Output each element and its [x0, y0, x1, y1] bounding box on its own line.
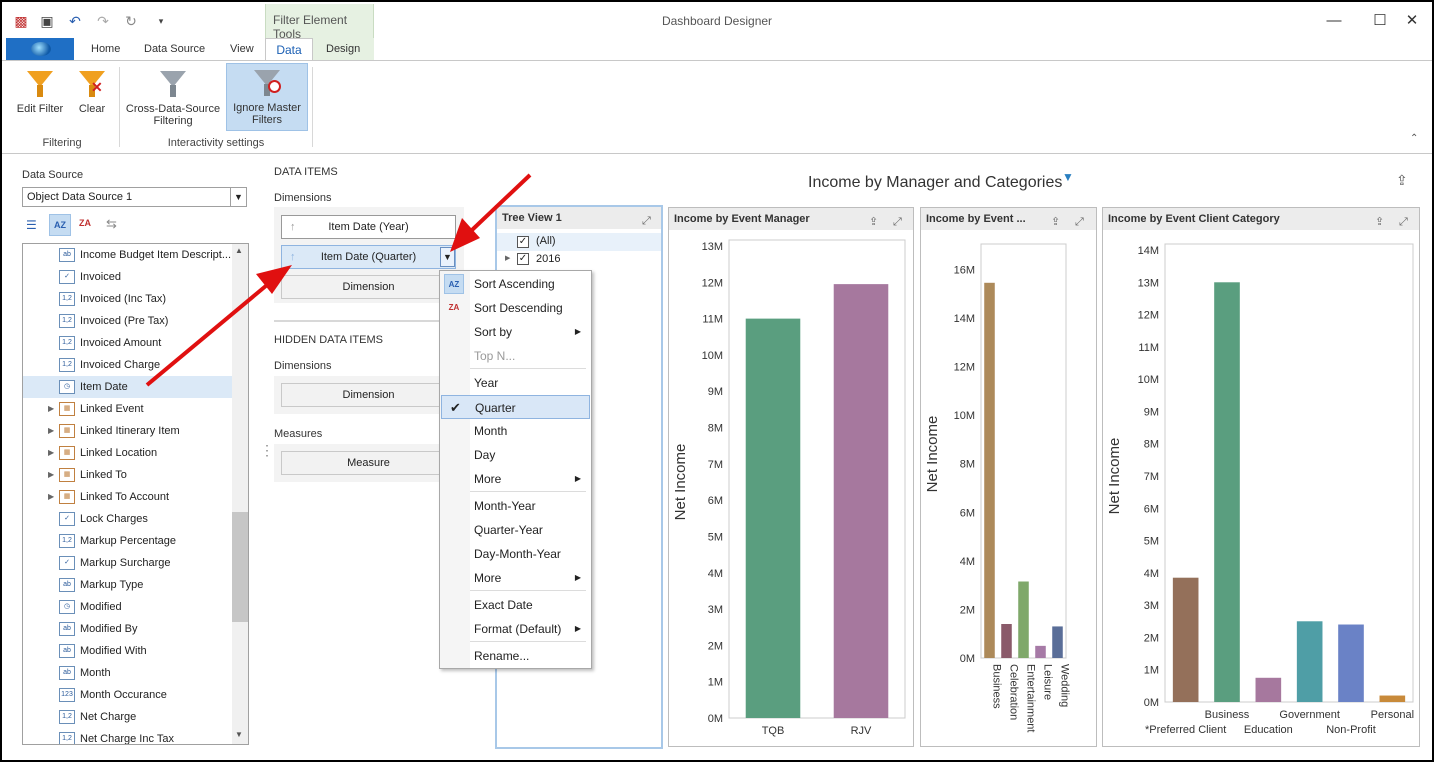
annotation-arrow-2 — [470, 173, 532, 232]
arrow-head-icon — [450, 218, 480, 252]
dashboard-designer-window: ▩ ▣ ↶ ↷ ↻ ▾ Filter Element Tools Dashboa… — [0, 0, 1434, 762]
annotation-arrows — [145, 173, 532, 387]
annotation-arrow-1 — [145, 283, 269, 387]
